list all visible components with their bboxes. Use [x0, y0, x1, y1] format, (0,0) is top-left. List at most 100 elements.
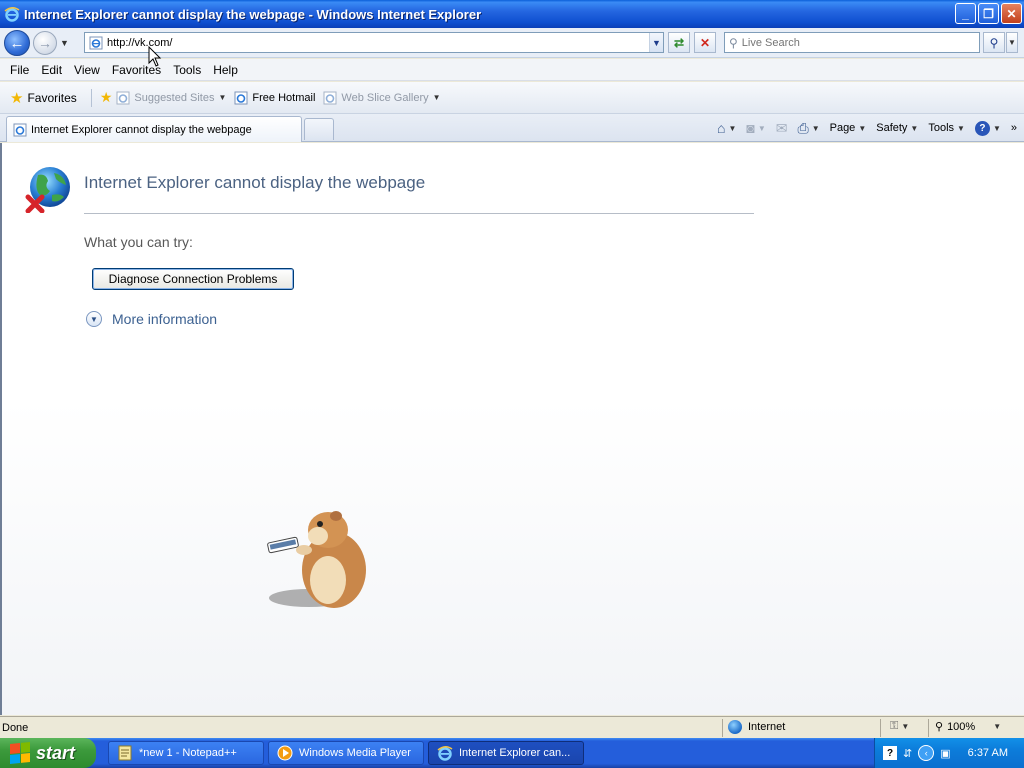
status-bar: Done Internet ⚿ ▼ ⚲ 100% ▼ — [0, 716, 1024, 738]
ie-logo-icon — [437, 746, 453, 761]
help-icon[interactable]: ? — [883, 746, 897, 760]
command-bar: ⌂ ▼ ◙ ▼ ✉ ⎙ ▼ Page ▼ Safety ▼ Tools ▼ ? ▼ » — [714, 116, 1020, 140]
help-menu[interactable]: ? ▼ — [972, 120, 1004, 136]
start-label: start — [36, 742, 76, 763]
tab-row: Internet Explorer cannot display the web… — [0, 114, 1024, 142]
show-hidden-icons-button[interactable]: ‹ — [918, 745, 935, 761]
forward-arrow-icon: → — [38, 35, 52, 51]
forward-button[interactable]: → — [33, 31, 57, 55]
read-mail-button[interactable]: ✉ — [773, 120, 791, 137]
stop-button[interactable]: ✕ — [694, 32, 716, 53]
favorites-button[interactable]: ★ Favorites — [6, 87, 81, 109]
page-title: Internet Explorer cannot display the web… — [84, 173, 426, 192]
safety-menu[interactable]: Safety ▼ — [873, 122, 921, 134]
chevron-down-icon: ▼ — [901, 722, 910, 731]
taskbar-item-media-player[interactable]: Windows Media Player — [268, 741, 424, 765]
print-button[interactable]: ⎙ ▼ — [794, 120, 822, 137]
search-options-dropdown[interactable]: ▼ — [1006, 32, 1018, 53]
zoom-control[interactable]: ⚲ 100% ▼ — [935, 720, 1001, 734]
add-to-favorites-bar-icon[interactable]: ★ — [100, 89, 113, 106]
minimize-button[interactable]: _ — [955, 3, 976, 24]
chevron-down-icon[interactable]: ▼ — [728, 124, 736, 133]
mail-icon: ✉ — [775, 119, 788, 136]
chevron-down-icon[interactable]: ▼ — [812, 124, 820, 133]
zoom-icon: ⚲ — [935, 721, 944, 733]
tools-menu-label: Tools — [928, 122, 955, 134]
divider — [84, 213, 754, 214]
chevron-down-icon: ▼ — [757, 123, 766, 133]
globe-error-icon — [25, 167, 70, 213]
expand-arrow-icon[interactable]: ▼ — [86, 311, 102, 327]
rss-feed-icon: ◙ — [746, 120, 755, 136]
separator — [880, 719, 881, 737]
task-label: Internet Explorer can... — [459, 747, 571, 759]
windows-logo-icon — [10, 741, 30, 765]
diagnose-connection-button[interactable]: Diagnose Connection Problems — [92, 268, 294, 290]
tools-menu[interactable]: Tools ▼ — [925, 122, 968, 134]
double-chevron-icon: » — [1010, 122, 1017, 134]
internet-zone-icon — [728, 720, 742, 734]
favorite-label: Web Slice Gallery — [341, 91, 429, 104]
page-menu[interactable]: Page ▼ — [827, 122, 870, 134]
menu-edit[interactable]: Edit — [35, 63, 68, 77]
address-input[interactable] — [107, 36, 649, 49]
printer-icon: ⎙ — [797, 119, 809, 136]
refresh-icon: ⇄ — [673, 35, 685, 50]
chevron-down-icon: ▼ — [858, 123, 867, 133]
separator — [928, 719, 929, 737]
tray-app-icon[interactable]: ▣ — [940, 747, 950, 760]
try-label: What you can try: — [84, 234, 193, 250]
mouse-cursor-icon — [148, 46, 162, 67]
chevron-down-icon: ▼ — [957, 123, 965, 133]
page-content: Internet Explorer cannot display the web… — [0, 46, 1024, 715]
favorite-free-hotmail[interactable]: Free Hotmail — [234, 91, 315, 105]
home-button[interactable]: ⌂ ▼ — [714, 120, 739, 136]
search-input[interactable] — [741, 36, 979, 49]
task-label: *new 1 - Notepad++ — [139, 747, 237, 759]
window-title: Internet Explorer cannot display the web… — [24, 6, 482, 22]
magnifier-icon: ⚲ — [989, 35, 999, 50]
address-dropdown-button[interactable]: ▼ — [649, 33, 663, 52]
back-arrow-icon: ← — [9, 34, 25, 52]
star-icon: ★ — [10, 89, 24, 107]
menu-tools[interactable]: Tools — [167, 63, 207, 77]
menu-help[interactable]: Help — [207, 63, 244, 77]
help-icon: ? — [974, 120, 990, 136]
more-commands-button[interactable]: » — [1008, 122, 1020, 134]
address-bar: ▼ — [84, 32, 664, 53]
refresh-button[interactable]: ⇄ — [668, 32, 690, 53]
start-button[interactable]: start — [0, 738, 96, 768]
favorite-web-slice-gallery[interactable]: Web Slice Gallery ▼ — [323, 91, 441, 105]
feeds-button[interactable]: ◙ ▼ — [743, 120, 768, 136]
taskbar-item-notepad[interactable]: *new 1 - Notepad++ — [108, 741, 264, 765]
favorite-suggested-sites[interactable]: Suggested Sites ▼ — [116, 91, 226, 105]
search-go-button[interactable]: ⚲ — [983, 32, 1005, 53]
notepad-icon — [118, 745, 132, 761]
search-box: ⚲ — [724, 32, 980, 53]
chevron-down-icon[interactable]: ▼ — [433, 93, 441, 102]
protected-mode-indicator[interactable]: ⚿ ▼ — [890, 720, 909, 733]
network-icon[interactable]: ⇵ — [903, 747, 912, 760]
recent-pages-dropdown[interactable]: ▼ — [60, 38, 69, 48]
ie-page-icon — [89, 36, 103, 49]
close-button[interactable]: ✕ — [1001, 3, 1022, 24]
chevron-down-icon[interactable]: ▼ — [993, 722, 1001, 731]
favorite-label: Suggested Sites — [134, 91, 215, 104]
system-tray: ? ⇵ ‹ ▣ 6:37 AM — [874, 738, 1024, 768]
chevron-down-icon[interactable]: ▼ — [219, 93, 227, 102]
menu-file[interactable]: File — [4, 63, 35, 77]
ie-page-icon — [116, 91, 130, 104]
tab-active[interactable]: Internet Explorer cannot display the web… — [6, 116, 302, 142]
back-button[interactable]: ← — [4, 30, 30, 56]
zoom-level: 100% — [947, 720, 976, 733]
status-text: Done — [2, 721, 29, 734]
taskbar: start *new 1 - Notepad++ Windows Media P… — [0, 738, 1024, 768]
maximize-button[interactable]: ❐ — [978, 3, 999, 24]
title-bar: Internet Explorer cannot display the web… — [0, 0, 1024, 28]
more-information-link[interactable]: ▼ More information — [86, 311, 217, 327]
taskbar-item-internet-explorer[interactable]: Internet Explorer can... — [428, 741, 584, 765]
menu-view[interactable]: View — [68, 63, 106, 77]
security-zone[interactable]: Internet — [728, 720, 785, 734]
new-tab-button[interactable] — [304, 118, 334, 140]
separator — [722, 719, 723, 737]
